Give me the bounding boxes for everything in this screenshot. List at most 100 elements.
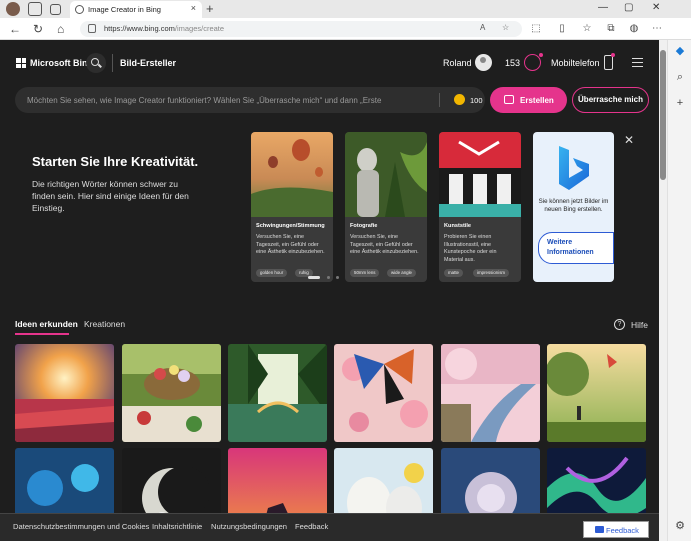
feedback-button[interactable]: Feedback bbox=[583, 521, 649, 538]
promo-text: Die richtigen Wörter können schwer zu fi… bbox=[32, 179, 189, 213]
bing-logo-icon bbox=[559, 146, 589, 190]
collections-icon[interactable]: ⧉ bbox=[604, 22, 618, 36]
idea-card-image bbox=[439, 132, 521, 217]
favorites-icon[interactable]: ☆ bbox=[580, 22, 594, 36]
home-icon[interactable]: ⌂ bbox=[57, 22, 64, 36]
prompt-divider bbox=[439, 93, 440, 107]
workspaces-icon[interactable] bbox=[28, 2, 42, 16]
create-label: Erstellen bbox=[520, 96, 554, 105]
bing-image-creator-page: Microsoft Bing Bild-Ersteller Roland 153… bbox=[0, 40, 659, 541]
vpn-icon[interactable]: ◍ bbox=[627, 22, 641, 36]
more-options-icon[interactable]: ⋯ bbox=[650, 22, 664, 36]
bing-promo-card[interactable]: Sie können jetzt Bilder im neuen Bing er… bbox=[533, 132, 614, 282]
carousel-dot[interactable] bbox=[327, 276, 330, 279]
header-divider bbox=[112, 54, 113, 72]
carousel-dot[interactable] bbox=[336, 276, 339, 279]
idea-card-category: Schwingungen/Stimmung bbox=[256, 223, 325, 229]
scrollbar-thumb[interactable] bbox=[660, 50, 666, 180]
idea-card[interactable]: Fotografie Versuchen Sie, eine Tageszeit… bbox=[345, 132, 427, 282]
gallery-image[interactable] bbox=[122, 344, 221, 442]
idea-card[interactable]: Kunststile Probieren Sie einen Illustrat… bbox=[439, 132, 521, 282]
hamburger-menu-icon[interactable] bbox=[632, 58, 643, 67]
boost-count: 100 bbox=[470, 96, 483, 105]
carousel-dot[interactable] bbox=[308, 276, 320, 279]
extensions-icon[interactable]: ⬚ bbox=[529, 22, 543, 36]
active-tab-indicator bbox=[15, 333, 69, 335]
tab-title: Image Creator in Bing bbox=[88, 5, 161, 14]
search-icon[interactable]: ⌕ bbox=[673, 70, 687, 84]
maximize-icon[interactable]: ▢ bbox=[624, 2, 633, 13]
footer-link-terms[interactable]: Nutzungsbedingungen bbox=[211, 522, 287, 531]
user-name[interactable]: Roland bbox=[443, 58, 472, 68]
keyword-chip[interactable]: 50mm lens bbox=[350, 269, 380, 277]
footer-link-content-policy[interactable]: Inhaltsrichtlinie bbox=[152, 522, 202, 531]
tab-actions-icon[interactable] bbox=[50, 4, 61, 15]
surprise-me-button[interactable]: Überrasche mich bbox=[572, 87, 649, 113]
back-icon[interactable]: ← bbox=[9, 22, 21, 36]
profile-avatar-icon[interactable] bbox=[6, 2, 20, 16]
notification-dot bbox=[539, 53, 543, 57]
learn-more-button[interactable]: Weitere Informationen bbox=[538, 232, 614, 264]
search-icon bbox=[75, 5, 84, 14]
refresh-icon[interactable]: ↻ bbox=[33, 22, 43, 36]
rewards-trophy-icon[interactable] bbox=[524, 54, 541, 71]
browser-tab-bar: Image Creator in Bing × + — ▢ ✕ bbox=[0, 0, 691, 18]
help-icon[interactable]: ? bbox=[614, 319, 625, 330]
mobile-label[interactable]: Mobiltelefon bbox=[551, 58, 600, 68]
tab-close-icon[interactable]: × bbox=[191, 3, 196, 13]
keyword-chip[interactable]: golden hour bbox=[256, 269, 288, 277]
image-create-icon bbox=[504, 95, 514, 104]
bing-card-text: Sie können jetzt Bilder im neuen Bing er… bbox=[538, 198, 609, 213]
feedback-icon bbox=[595, 526, 604, 533]
minimize-icon[interactable]: — bbox=[598, 2, 608, 13]
prompt-input[interactable] bbox=[27, 93, 417, 107]
add-icon[interactable]: + bbox=[673, 96, 687, 110]
read-aloud-icon[interactable]: A bbox=[480, 23, 485, 32]
tab-creations[interactable]: Kreationen bbox=[84, 319, 125, 329]
idea-card-description: Versuchen Sie, eine Tageszeit, ein Gefüh… bbox=[256, 234, 325, 255]
boost-coin-icon bbox=[454, 94, 465, 105]
create-button[interactable]: Erstellen bbox=[490, 87, 567, 113]
gallery-image[interactable] bbox=[334, 344, 433, 442]
idea-card-description: Versuchen Sie, eine Tageszeit, ein Gefüh… bbox=[350, 234, 419, 255]
address-bar[interactable]: https://www.bing.com/images/create A ☆ bbox=[80, 21, 522, 37]
side-rail: ◆ ⌕ + ⚙ bbox=[667, 40, 691, 541]
feedback-label: Feedback bbox=[606, 526, 639, 535]
idea-card-image bbox=[345, 132, 427, 217]
window-close-icon[interactable]: ✕ bbox=[652, 2, 660, 13]
brand-label[interactable]: Microsoft Bing bbox=[30, 58, 93, 68]
page-footer: Datenschutzbestimmungen und Cookies Inha… bbox=[0, 513, 659, 541]
idea-card-category: Fotografie bbox=[350, 223, 378, 229]
prompt-box: 100 bbox=[15, 87, 485, 113]
avatar[interactable] bbox=[475, 54, 492, 71]
footer-link-privacy[interactable]: Datenschutzbestimmungen und Cookies bbox=[13, 522, 149, 531]
keyword-chip[interactable]: matte bbox=[444, 269, 463, 277]
tab-explore-ideas[interactable]: Ideen erkunden bbox=[15, 319, 78, 329]
idea-card-category: Kunststile bbox=[444, 223, 472, 229]
favorite-star-icon[interactable]: ☆ bbox=[502, 23, 509, 32]
microsoft-logo-icon[interactable] bbox=[16, 58, 26, 68]
settings-gear-icon[interactable]: ⚙ bbox=[673, 519, 687, 533]
split-screen-icon[interactable]: ▯ bbox=[555, 22, 569, 36]
rewards-count[interactable]: 153 bbox=[505, 58, 520, 68]
gallery-image[interactable] bbox=[228, 344, 327, 442]
notification-dot bbox=[611, 53, 615, 57]
browser-tab-active[interactable]: Image Creator in Bing × bbox=[70, 1, 202, 18]
idea-card[interactable]: Schwingungen/Stimmung Versuchen Sie, ein… bbox=[251, 132, 333, 282]
gallery-image[interactable] bbox=[441, 344, 540, 442]
promo-close-icon[interactable]: ✕ bbox=[624, 133, 634, 147]
address-toolbar: ← ↻ ⌂ https://www.bing.com/images/create… bbox=[0, 18, 691, 40]
gallery-image[interactable] bbox=[15, 344, 114, 442]
page-title[interactable]: Bild-Ersteller bbox=[120, 58, 176, 68]
header-search-button[interactable] bbox=[86, 53, 106, 73]
keyword-chip[interactable]: impressionism bbox=[473, 269, 510, 277]
help-link[interactable]: Hilfe bbox=[631, 320, 648, 330]
copilot-icon[interactable]: ◆ bbox=[673, 44, 687, 58]
promo-title: Starten Sie Ihre Kreativität. bbox=[32, 154, 199, 169]
gallery-image[interactable] bbox=[547, 344, 646, 442]
new-tab-icon[interactable]: + bbox=[206, 1, 214, 16]
mobile-phone-icon[interactable] bbox=[604, 55, 613, 70]
keyword-chip[interactable]: wide angle bbox=[387, 269, 416, 277]
footer-link-feedback[interactable]: Feedback bbox=[295, 522, 328, 531]
page-scrollbar[interactable] bbox=[659, 40, 667, 541]
